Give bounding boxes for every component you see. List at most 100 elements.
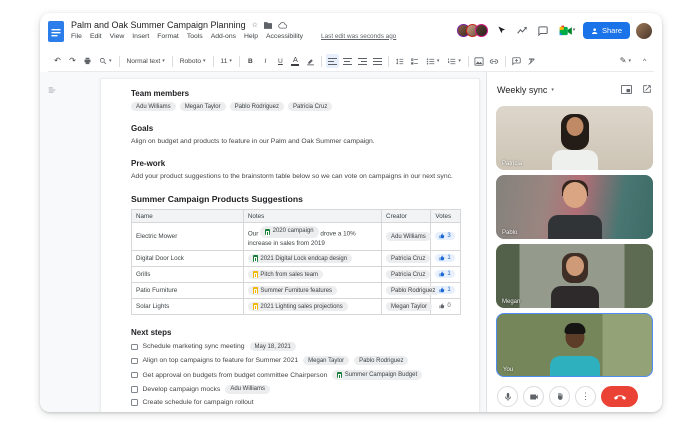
move-folder-icon[interactable] — [264, 22, 272, 29]
checkbox[interactable] — [131, 344, 138, 351]
person-chip[interactable]: Pablo Rodriguez — [386, 286, 440, 295]
participant-tile-self-active[interactable]: You — [496, 313, 653, 377]
follow-cursor-icon[interactable] — [494, 23, 509, 38]
menu-tools[interactable]: Tools — [187, 33, 203, 40]
person-chip[interactable]: Patricia Cruz — [386, 254, 430, 263]
product-votes[interactable]: 1 — [431, 283, 461, 299]
sheets-doc-chip[interactable]: 2021 Digital Lock endcap design — [248, 254, 352, 264]
slides-doc-chip[interactable]: Pitch from sales team — [248, 270, 323, 280]
zoom-dropdown[interactable]: ▾ — [96, 54, 115, 68]
add-comment-button[interactable] — [510, 54, 523, 68]
menu-view[interactable]: View — [110, 33, 125, 40]
redo-icon[interactable]: ↷ — [66, 54, 79, 68]
collaborator-avatars[interactable] — [457, 24, 488, 37]
align-left-button[interactable] — [326, 54, 339, 68]
person-chip[interactable]: Pablo Rodriguez — [230, 102, 284, 111]
picture-in-picture-icon[interactable] — [621, 81, 632, 99]
undo-icon[interactable]: ↶ — [51, 54, 64, 68]
product-votes[interactable]: 0 — [431, 299, 461, 315]
product-notes[interactable]: Summer Furniture features — [243, 283, 381, 299]
checkbox[interactable] — [131, 399, 138, 406]
highlight-color-button[interactable] — [304, 54, 317, 68]
product-votes[interactable]: 3 — [431, 223, 461, 251]
account-avatar[interactable] — [636, 23, 652, 39]
checkbox[interactable] — [131, 372, 138, 379]
person-chip[interactable]: Patricia Cruz — [386, 270, 430, 279]
product-votes[interactable]: 1 — [431, 267, 461, 283]
product-notes[interactable]: Our 2020 campaign drove a 10% increase i… — [243, 223, 381, 251]
menu-edit[interactable]: Edit — [90, 33, 102, 40]
product-creator[interactable]: Patricia Cruz — [382, 251, 431, 267]
person-chip[interactable]: Adu Williams — [225, 385, 270, 394]
font-size-dropdown[interactable]: 11▾ — [218, 54, 235, 68]
italic-button[interactable]: I — [259, 54, 272, 68]
bulleted-list-dropdown[interactable]: ▾ — [423, 54, 443, 68]
menu-addons[interactable]: Add-ons — [211, 33, 236, 40]
line-spacing-button[interactable] — [393, 54, 406, 68]
underline-button[interactable]: U — [274, 54, 287, 68]
person-chip[interactable]: Megan Taylor — [303, 356, 349, 365]
microphone-button[interactable] — [497, 386, 518, 407]
camera-button[interactable] — [523, 386, 544, 407]
menu-format[interactable]: Format — [157, 33, 179, 40]
document-outline-icon[interactable] — [47, 82, 57, 100]
menu-help[interactable]: Help — [244, 33, 258, 40]
last-edit-link[interactable]: Last edit was seconds ago — [321, 33, 396, 40]
share-button[interactable]: Share — [583, 22, 630, 39]
person-chip[interactable]: Adu Williams — [386, 232, 431, 241]
clear-formatting-button[interactable] — [525, 54, 538, 68]
slides-doc-chip[interactable]: Summer Furniture features — [248, 286, 337, 296]
paragraph-style-dropdown[interactable]: Normal text▾ — [124, 54, 168, 68]
menu-file[interactable]: File — [71, 33, 82, 40]
product-name[interactable]: Solar Lights — [132, 299, 244, 315]
participant-tile[interactable]: Patricia — [496, 106, 653, 170]
google-docs-logo-icon[interactable] — [48, 21, 64, 47]
align-justify-button[interactable] — [371, 54, 384, 68]
vote-badge[interactable]: 1 — [435, 270, 454, 278]
product-notes[interactable]: 2021 Lighting sales projections — [243, 299, 381, 315]
print-icon[interactable] — [81, 54, 94, 68]
product-name[interactable]: Patio Furniture — [132, 283, 244, 299]
product-creator[interactable]: Megan Taylor — [382, 299, 431, 315]
product-notes[interactable]: Pitch from sales team — [243, 267, 381, 283]
comment-icon[interactable] — [536, 23, 551, 38]
product-name[interactable]: Grills — [132, 267, 244, 283]
product-creator[interactable]: Patricia Cruz — [382, 267, 431, 283]
open-in-new-icon[interactable] — [642, 81, 652, 99]
checklist-button[interactable] — [408, 54, 421, 68]
insert-image-button[interactable] — [473, 54, 486, 68]
person-chip[interactable]: Pablo Rodriguez — [354, 356, 408, 365]
activity-trend-icon[interactable] — [515, 23, 530, 38]
product-name[interactable]: Electric Mower — [132, 223, 244, 251]
checkbox[interactable] — [131, 358, 138, 365]
font-family-dropdown[interactable]: Roboto▾ — [177, 54, 209, 68]
menu-insert[interactable]: Insert — [132, 33, 149, 40]
align-right-button[interactable] — [356, 54, 369, 68]
document-page[interactable]: Team members Adu Williams Megan Taylor P… — [100, 78, 480, 412]
vote-badge[interactable]: 1 — [435, 254, 454, 262]
person-chip[interactable]: Adu Williams — [131, 102, 176, 111]
product-creator[interactable]: Pablo Rodriguez — [382, 283, 431, 299]
person-chip[interactable]: Patricia Cruz — [288, 102, 332, 111]
collapse-toolbar-icon[interactable]: ^ — [638, 54, 651, 68]
person-chip[interactable]: Megan Taylor — [386, 302, 432, 311]
editing-mode-dropdown[interactable]: ✎ ▾ — [617, 54, 634, 68]
vote-badge[interactable]: 3 — [435, 232, 454, 240]
numbered-list-dropdown[interactable]: ▾ — [444, 54, 464, 68]
participant-tile[interactable]: Pablo — [496, 175, 653, 239]
vote-badge[interactable]: 1 — [435, 286, 454, 294]
date-chip[interactable]: May 18, 2021 — [250, 342, 296, 351]
meeting-dropdown-icon[interactable]: ▾ — [551, 88, 554, 93]
slides-doc-chip[interactable]: 2021 Lighting sales projections — [248, 302, 348, 312]
bold-button[interactable]: B — [244, 54, 257, 68]
collaborator-avatar[interactable] — [475, 24, 488, 37]
participant-tile[interactable]: Megan — [496, 244, 653, 308]
person-chip[interactable]: Megan Taylor — [180, 102, 226, 111]
product-name[interactable]: Digital Door Lock — [132, 251, 244, 267]
menu-accessibility[interactable]: Accessibility — [266, 33, 303, 40]
text-color-button[interactable]: A — [289, 54, 302, 68]
end-call-button[interactable] — [601, 386, 638, 407]
insert-link-button[interactable] — [488, 54, 501, 68]
raise-hand-button[interactable] — [549, 386, 570, 407]
vote-badge[interactable]: 0 — [435, 302, 454, 310]
